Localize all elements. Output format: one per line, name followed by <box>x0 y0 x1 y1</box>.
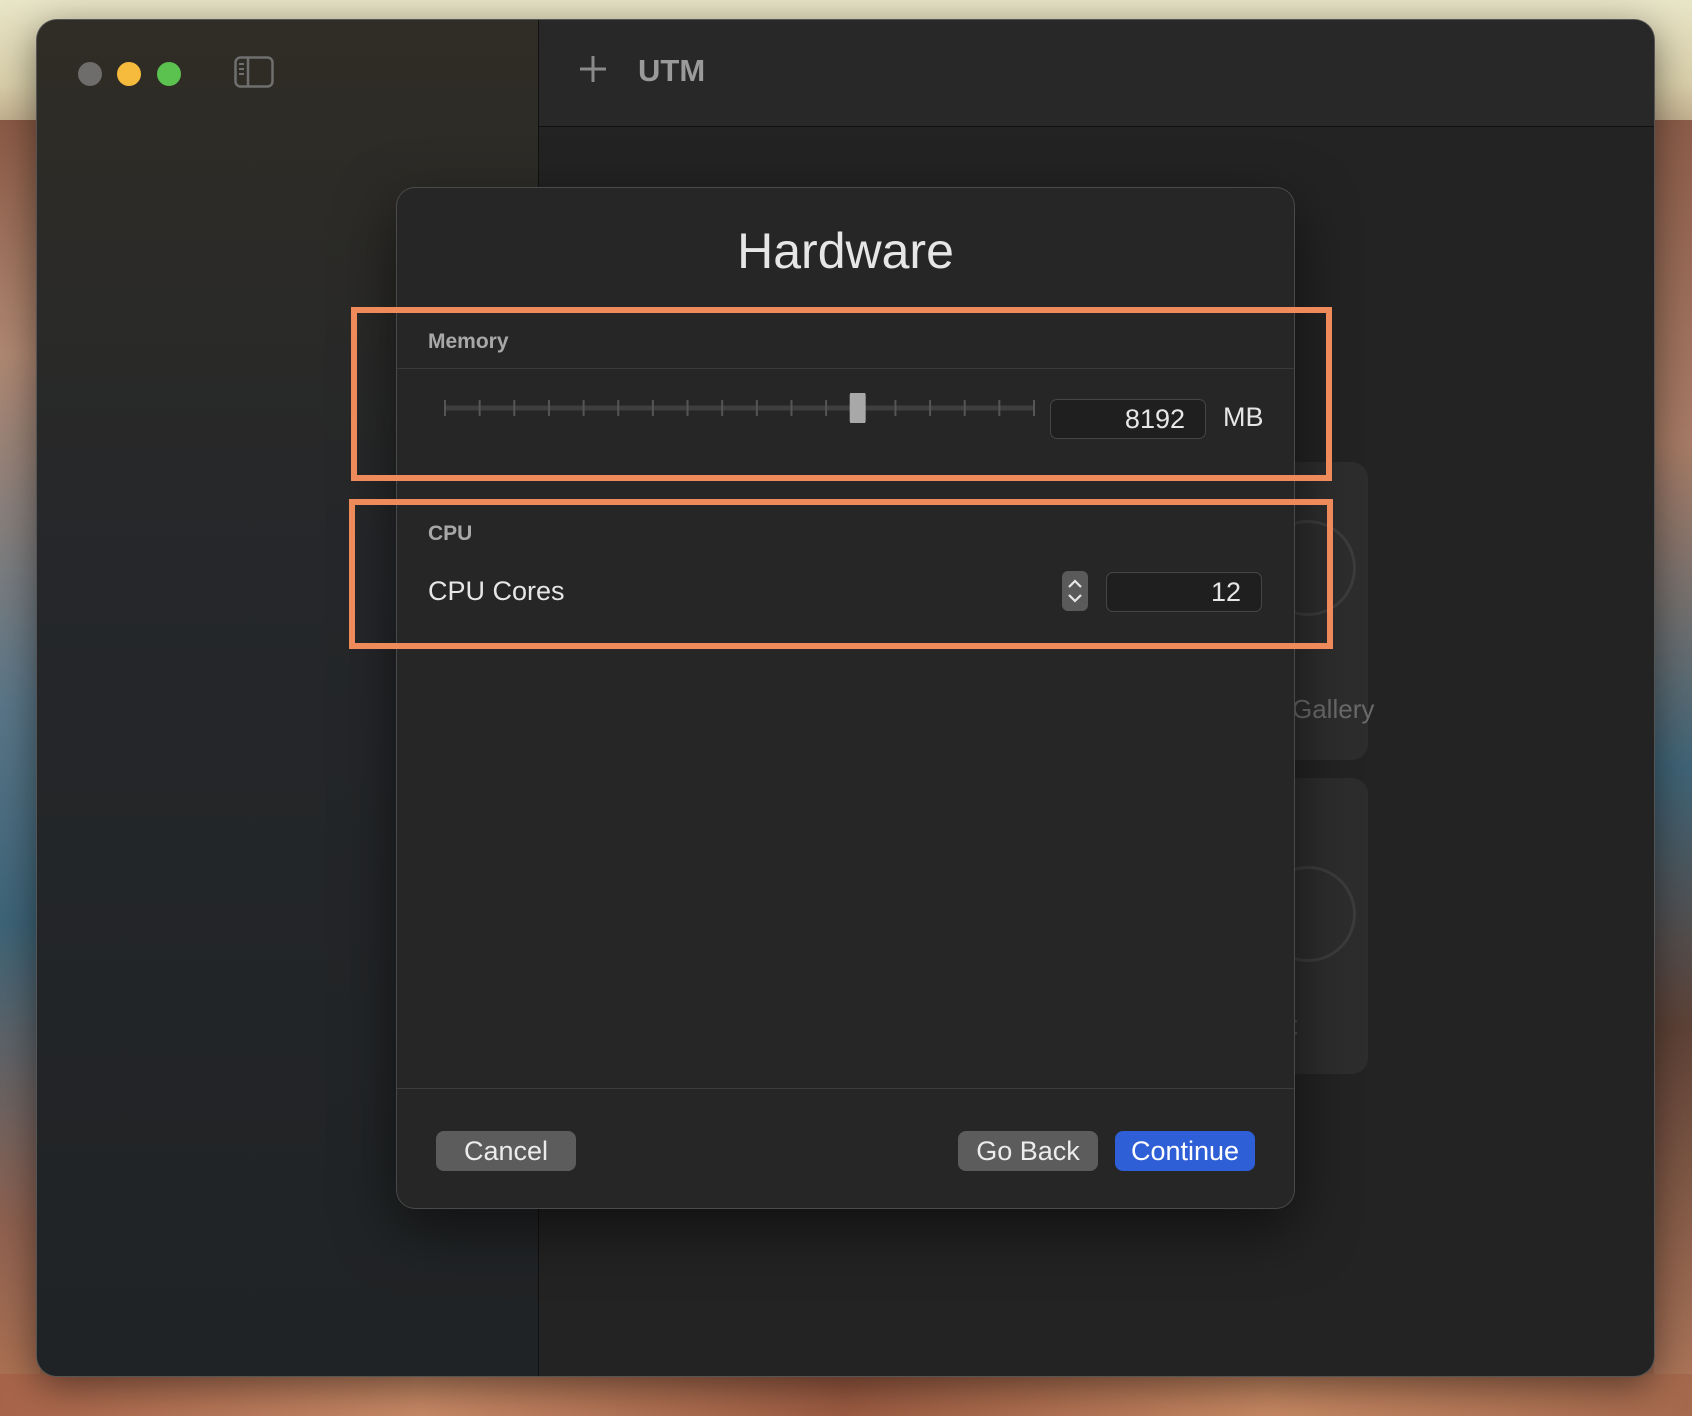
minimize-window-button[interactable] <box>117 62 141 86</box>
cpu-highlight-box <box>349 499 1333 649</box>
continue-button[interactable]: Continue <box>1115 1131 1255 1171</box>
gallery-card-label: Gallery <box>1292 694 1375 724</box>
maximize-window-button[interactable] <box>157 62 181 86</box>
close-window-button[interactable] <box>78 62 102 86</box>
footer-divider <box>397 1088 1294 1089</box>
sidebar-toggle-icon[interactable] <box>234 56 274 88</box>
wallpaper-bottom <box>0 1374 1692 1416</box>
app-title: UTM <box>638 53 706 88</box>
memory-highlight-box <box>351 307 1332 481</box>
dialog-title: Hardware <box>737 223 954 279</box>
wallpaper-left <box>0 120 40 1416</box>
cancel-button[interactable]: Cancel <box>436 1131 576 1171</box>
wallpaper-right <box>1654 120 1692 1416</box>
toolbar: UTM <box>539 20 1654 127</box>
plus-icon[interactable] <box>576 52 610 86</box>
go-back-button[interactable]: Go Back <box>958 1131 1098 1171</box>
